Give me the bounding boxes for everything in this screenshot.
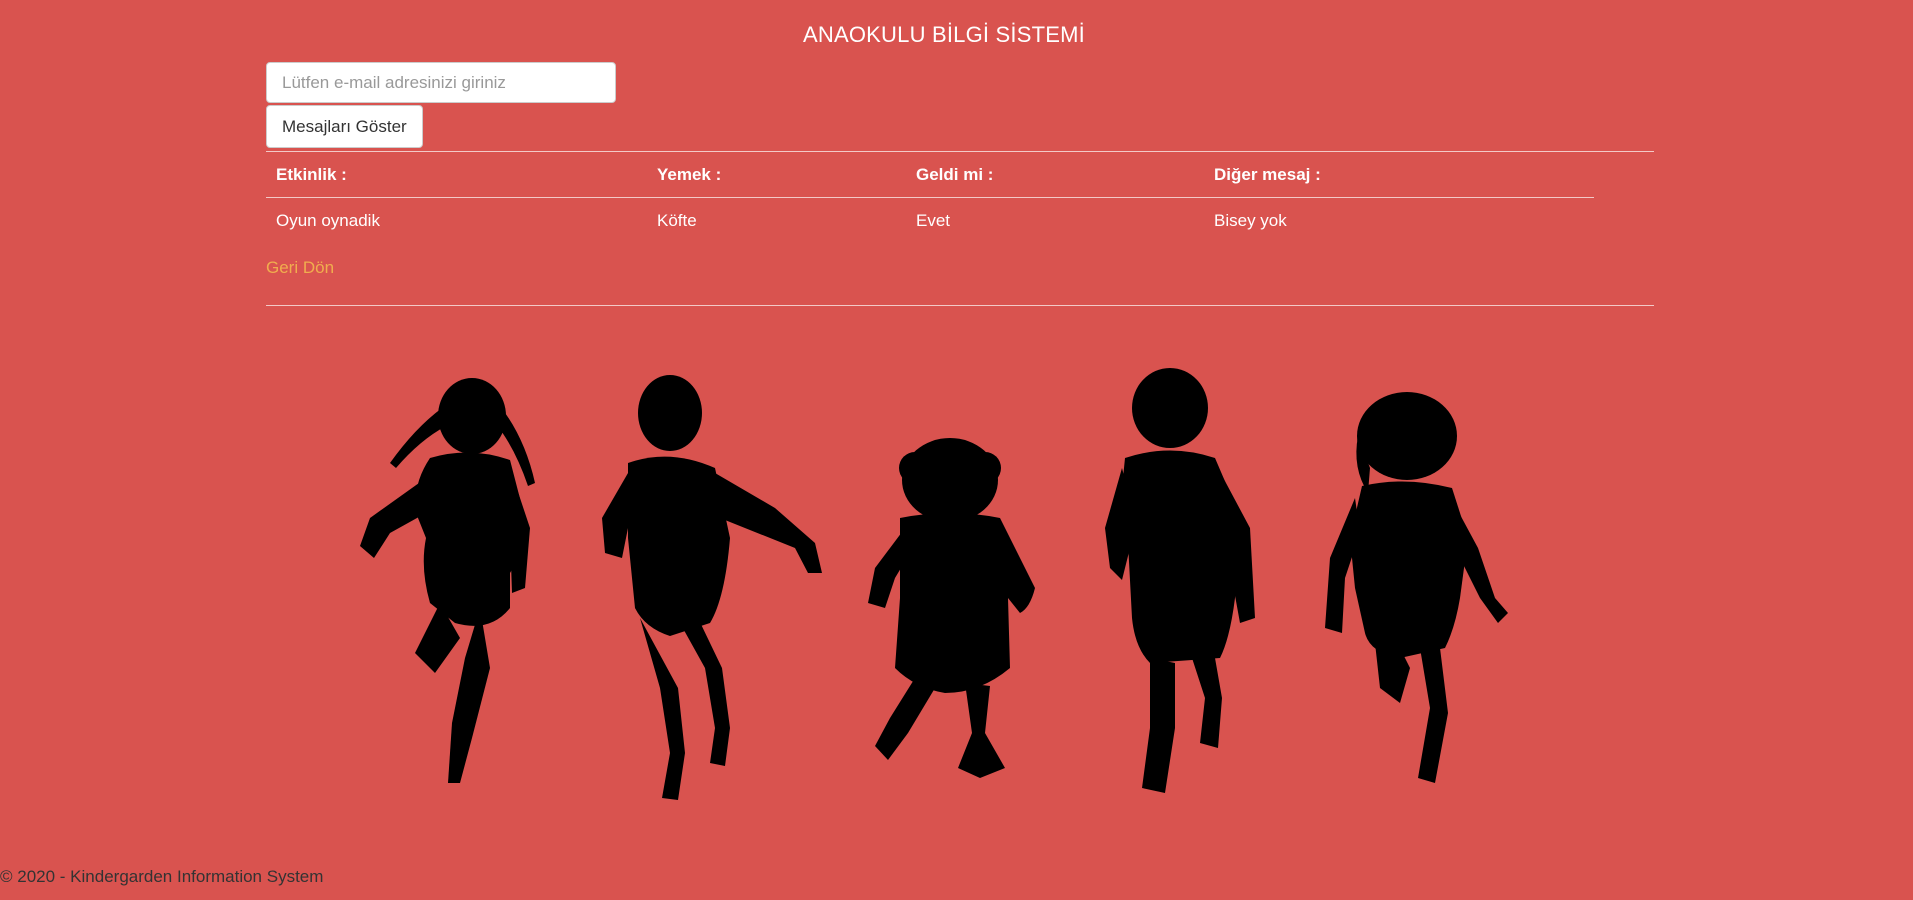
cell-other-message: Bisey yok xyxy=(1214,211,1287,230)
column-header-attended: Geldi mi : xyxy=(906,152,1204,198)
page: ANAOKULU BİLGİ SİSTEMİ Mesajları Göster … xyxy=(0,0,1913,900)
footer-text: © 2020 - Kindergarden Information System xyxy=(0,867,324,886)
messages-table: Etkinlik : Yemek : Geldi mi : Diğer mesa… xyxy=(266,152,1594,244)
cell-meal: Köfte xyxy=(657,211,697,230)
divider xyxy=(266,305,1654,306)
table-header-row: Etkinlik : Yemek : Geldi mi : Diğer mesa… xyxy=(266,152,1594,198)
child-silhouette xyxy=(360,378,535,783)
table-row: Oyun oynadik Köfte Evet Bisey yok xyxy=(266,198,1594,245)
show-messages-button[interactable]: Mesajları Göster xyxy=(266,105,423,148)
child-silhouette xyxy=(1105,368,1255,793)
email-input[interactable] xyxy=(266,62,616,103)
page-title: ANAOKULU BİLGİ SİSTEMİ xyxy=(803,22,1085,47)
child-silhouette xyxy=(868,438,1035,778)
child-silhouette xyxy=(602,375,822,800)
cell-activity: Oyun oynadik xyxy=(276,211,380,230)
child-silhouette xyxy=(1325,392,1508,783)
column-header-meal: Yemek : xyxy=(647,152,906,198)
main-content: Mesajları Göster Etkinlik : Yemek : Geld… xyxy=(266,62,1654,306)
column-header-activity: Etkinlik : xyxy=(266,152,647,198)
running-children-image xyxy=(360,368,1508,800)
cell-attended: Evet xyxy=(916,211,951,230)
back-link[interactable]: Geri Dön xyxy=(266,258,334,278)
column-header-other-message: Diğer mesaj : xyxy=(1204,152,1594,198)
